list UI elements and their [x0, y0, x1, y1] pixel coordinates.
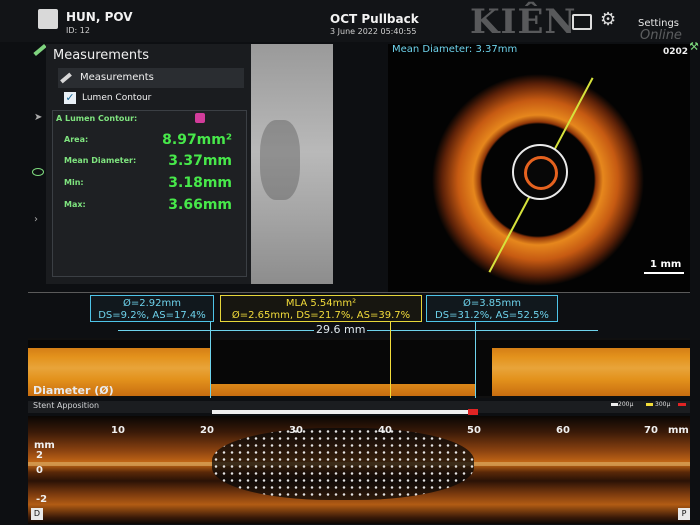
reference-box-left[interactable]: Ø=2.92mm DS=9.2%, AS=17.4%	[90, 295, 214, 322]
cursor-icon[interactable]: ➤	[34, 112, 42, 123]
y-label-0: 0	[36, 465, 43, 476]
tick-10: 10	[111, 425, 125, 436]
tick-30: 30	[289, 425, 303, 436]
area-value: 8.97mm²	[162, 132, 232, 148]
oct-workstation-screen: HUN, POV ID: 12 OCT Pullback 3 June 2022…	[0, 0, 700, 525]
frame-number: 0202	[663, 47, 689, 57]
tick-unit: mm	[668, 425, 689, 436]
tick-40: 40	[378, 425, 392, 436]
patient-id: ID: 12	[66, 26, 90, 35]
area-label: Area:	[64, 135, 89, 144]
app-logo-icon	[38, 9, 58, 29]
profile-dark-gap	[476, 340, 492, 396]
max-label: Max:	[64, 200, 86, 209]
malapposition-marker	[468, 409, 478, 415]
y-label-minus-2: -2	[36, 494, 48, 505]
left-stenosis: DS=9.2%, AS=17.4%	[98, 310, 206, 321]
scale-label: 1 mm	[650, 259, 682, 270]
marker-mla[interactable]	[390, 322, 391, 398]
proximal-badge: P	[678, 508, 690, 520]
stent-segment	[212, 410, 474, 414]
legend-swatch-white	[611, 403, 618, 406]
lumen-contour-label: Lumen Contour	[82, 93, 152, 103]
legend-300: 300µ	[655, 401, 671, 408]
study-date: 3 June 2022 05:40:55	[330, 27, 417, 36]
mean-diameter-readout: Mean Diameter: 3.37mm	[392, 44, 518, 55]
lumen-contour-checkbox[interactable]: ✓	[64, 92, 76, 104]
tool-icon[interactable]: ⚒	[689, 40, 699, 53]
pencil-icon[interactable]	[33, 43, 47, 57]
tick-20: 20	[200, 425, 214, 436]
export-icon[interactable]	[572, 14, 592, 30]
min-label: Min:	[64, 178, 84, 187]
mean-diameter-label: Mean Diameter:	[64, 156, 137, 165]
min-value: 3.18mm	[168, 175, 232, 191]
profile-top-edge	[28, 340, 690, 348]
chevron-right-icon[interactable]: ›	[34, 214, 38, 225]
segment-length: 29.6 mm	[314, 323, 368, 336]
tick-60: 60	[556, 425, 570, 436]
mean-diameter-value: 3.37mm	[168, 153, 232, 169]
distal-badge: D	[31, 508, 43, 520]
eye-icon[interactable]	[32, 168, 44, 176]
patient-name: HUN, POV	[66, 10, 133, 24]
diameter-label: Diameter (Ø)	[33, 384, 114, 397]
measurements-title[interactable]: Measurements	[53, 48, 149, 63]
legend-swatch-yellow	[646, 403, 653, 406]
reference-box-right[interactable]: Ø=3.85mm DS=31.2%, AS=52.5%	[426, 295, 558, 322]
watermark-sub: Online	[640, 28, 682, 43]
right-diameter: Ø=3.85mm	[463, 298, 521, 309]
catheter-ring	[524, 156, 558, 190]
stent-struts	[212, 428, 474, 500]
max-value: 3.66mm	[168, 197, 232, 213]
tick-50: 50	[467, 425, 481, 436]
scale-bar	[644, 272, 684, 274]
legend-200: 200µ	[618, 401, 634, 408]
marker-left[interactable]	[210, 322, 211, 398]
legend-swatch-red	[678, 403, 686, 406]
y-label-2: 2	[36, 450, 43, 461]
marker-right[interactable]	[475, 322, 476, 398]
study-title: OCT Pullback	[330, 12, 419, 26]
divider	[28, 292, 690, 293]
angiography-vessel	[260, 120, 300, 200]
lumen-box-title: A Lumen Contour:	[56, 114, 138, 123]
mla-area: MLA 5.54mm²	[285, 298, 357, 309]
measurements-sub-label: Measurements	[80, 72, 154, 83]
right-stenosis: DS=31.2%, AS=52.5%	[435, 310, 549, 321]
tick-70: 70	[644, 425, 658, 436]
lock-icon[interactable]	[195, 113, 205, 123]
mla-stenosis: Ø=2.65mm, DS=21.7%, AS=39.7%	[231, 310, 411, 321]
settings-button[interactable]: Settings	[638, 18, 679, 29]
mla-box[interactable]: MLA 5.54mm² Ø=2.65mm, DS=21.7%, AS=39.7%	[220, 295, 422, 322]
stent-apposition-label: Stent Apposition	[33, 401, 100, 410]
gear-icon[interactable]: ⚙	[600, 9, 616, 30]
profile-stent-region	[210, 348, 475, 384]
left-diameter: Ø=2.92mm	[123, 298, 181, 309]
